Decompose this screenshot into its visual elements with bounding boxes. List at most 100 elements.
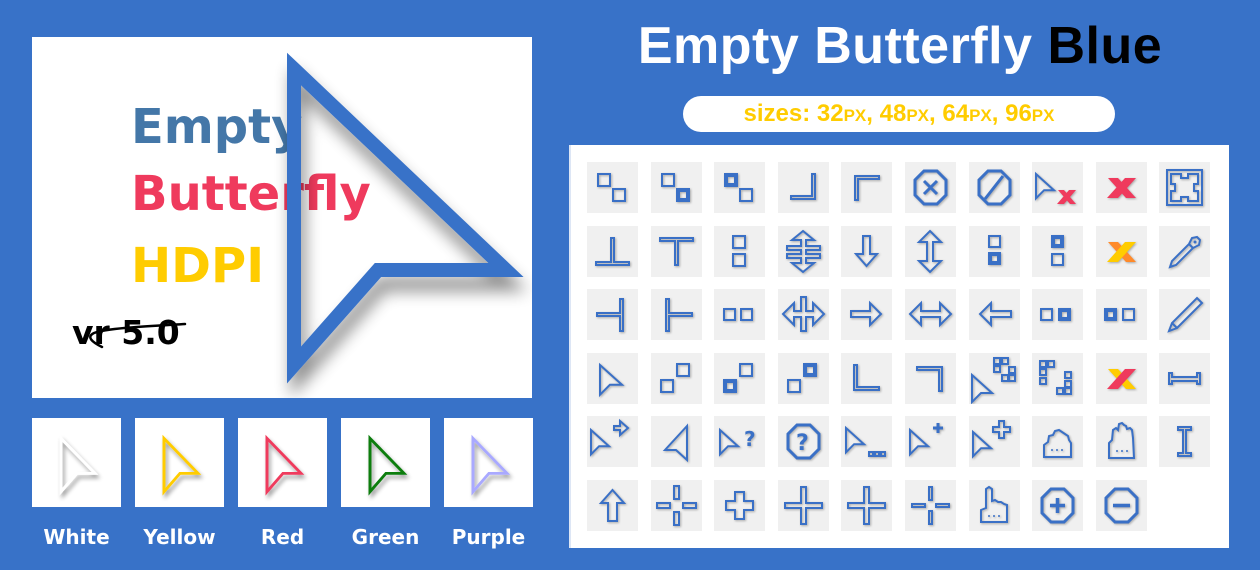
cursor-cell[interactable] <box>714 480 766 531</box>
cursor-cell[interactable] <box>968 480 1020 531</box>
cursor-cell[interactable] <box>841 225 893 277</box>
pencil-icon <box>1167 296 1204 333</box>
pointer-icon <box>59 434 99 496</box>
cursor-cell[interactable] <box>777 225 829 277</box>
cursor-cell[interactable] <box>1159 416 1211 468</box>
cursor-cell[interactable] <box>587 480 638 531</box>
cursor-cell[interactable] <box>968 162 1020 213</box>
cursor-cell[interactable] <box>1095 162 1147 213</box>
thin-cross-icon <box>783 486 823 525</box>
no-circle-slash-icon <box>977 169 1012 206</box>
cursor-cell[interactable] <box>714 352 766 404</box>
cursor-cell[interactable] <box>841 162 893 213</box>
cursor-cell[interactable] <box>650 225 702 277</box>
cross-icon <box>725 491 755 520</box>
cursor-cell[interactable] <box>777 289 829 341</box>
cursor-cell[interactable] <box>905 162 956 213</box>
select-squares-icon <box>1039 359 1073 395</box>
cursor-cell[interactable] <box>1159 225 1211 277</box>
pointer-help-icon: ? <box>719 427 756 458</box>
resize-ne-sw-squares-icon <box>659 362 690 393</box>
variant-purple-swatch[interactable] <box>444 418 533 507</box>
cursor-cell[interactable] <box>714 225 766 277</box>
version-underline-swash <box>89 322 187 349</box>
cursor-cell[interactable] <box>777 480 829 531</box>
red-yellow-x-icon <box>1106 368 1136 389</box>
cursor-cell[interactable] <box>841 480 893 531</box>
cursor-cell[interactable] <box>1032 162 1084 213</box>
row-resize-icon <box>785 229 821 273</box>
cursor-cell[interactable] <box>714 162 766 213</box>
pointer-icon <box>471 434 511 496</box>
cursor-cell[interactable] <box>1159 352 1211 404</box>
cursor-cell[interactable] <box>650 480 702 531</box>
cursor-cell[interactable] <box>587 162 638 213</box>
cursor-cell[interactable] <box>905 225 956 277</box>
crosshair-gap-icon <box>655 485 697 526</box>
variant-yellow-swatch[interactable] <box>135 418 224 507</box>
variant-red-swatch[interactable] <box>238 418 327 507</box>
cursor-cell[interactable] <box>841 289 893 341</box>
size-value: 32 <box>816 100 844 127</box>
cursor-cell[interactable] <box>650 416 702 468</box>
cursor-cell[interactable] <box>968 416 1020 468</box>
resize-nw-se-squares-icon <box>597 173 626 202</box>
cursor-cell[interactable] <box>1032 480 1084 531</box>
zoom-out-octagon-icon <box>1104 487 1139 524</box>
hero-card: Empty Butterfly HDPI vr 5.0 <box>32 37 532 398</box>
title-main: Empty Butterfly <box>637 17 1033 75</box>
cursor-cell[interactable] <box>905 480 956 531</box>
cursor-cell[interactable] <box>841 416 893 468</box>
cursor-cell[interactable] <box>841 352 893 404</box>
cursor-cell[interactable] <box>968 352 1020 404</box>
cursor-cell[interactable] <box>1159 289 1211 341</box>
cursor-cell[interactable] <box>1032 352 1084 404</box>
resize-nw-se-top-filled-icon <box>724 173 754 202</box>
cursor-cell[interactable] <box>587 225 638 277</box>
cursor-cell[interactable] <box>1095 289 1147 341</box>
cursor-cell[interactable] <box>1095 480 1147 531</box>
zoom-in-octagon-icon <box>1040 487 1075 524</box>
cursor-cell[interactable] <box>905 289 956 341</box>
red-x-icon <box>1106 178 1136 198</box>
left-tee-icon <box>664 298 693 333</box>
variant-green-swatch[interactable] <box>341 418 430 507</box>
right-tee-icon <box>596 298 624 333</box>
cursor-cell[interactable] <box>777 352 829 404</box>
resize-horizontal-right-filled-icon <box>1040 308 1072 322</box>
cursor-cell[interactable] <box>905 352 956 404</box>
pointer-icon <box>265 434 305 496</box>
resize-vertical-icon <box>916 229 944 274</box>
fullscreen-icon <box>1166 169 1204 206</box>
cursor-cell[interactable] <box>905 416 956 468</box>
pointer-move-icon <box>971 420 1011 460</box>
cursor-cell[interactable] <box>650 352 702 404</box>
svg-text:?: ? <box>796 431 809 456</box>
cursor-cell[interactable] <box>650 289 702 341</box>
resize-horizontal-icon <box>908 300 953 328</box>
variant-white-swatch[interactable] <box>32 418 121 507</box>
cursor-cell[interactable] <box>968 289 1020 341</box>
size-value: 96 <box>1005 100 1032 127</box>
cursor-cell[interactable] <box>1032 289 1084 341</box>
cursor-cell[interactable] <box>1032 225 1084 277</box>
cursor-cell[interactable] <box>587 352 638 404</box>
size-unit: PX <box>906 106 930 125</box>
cursor-cell[interactable] <box>650 162 702 213</box>
cursor-cell[interactable] <box>1095 416 1147 468</box>
cursor-cell[interactable] <box>1032 416 1084 468</box>
corner-top-right-icon <box>916 365 943 392</box>
cursor-cell[interactable] <box>777 162 829 213</box>
cursor-cell[interactable] <box>1095 225 1147 277</box>
resize-ne-sw-top-filled-icon <box>786 362 817 393</box>
bottom-tee-icon <box>595 236 630 266</box>
cursor-cell[interactable] <box>587 416 638 468</box>
cursor-cell[interactable]: ? <box>777 416 829 468</box>
eyedropper-icon <box>1168 235 1202 269</box>
cursor-cell[interactable]: ? <box>714 416 766 468</box>
cursor-cell[interactable] <box>1095 352 1147 404</box>
cursor-cell[interactable] <box>1159 162 1211 213</box>
cursor-cell[interactable] <box>714 289 766 341</box>
cursor-cell[interactable] <box>968 225 1020 277</box>
cursor-cell[interactable] <box>587 289 638 341</box>
